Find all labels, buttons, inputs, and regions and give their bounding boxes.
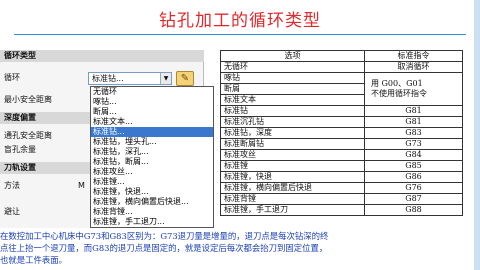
- option-cell: 标准文本: [220, 94, 365, 106]
- command-cell: G81: [364, 116, 463, 128]
- dropdown-item[interactable]: 断屑...: [91, 107, 213, 117]
- option-cell: 标准镗，横向偏置后快退: [220, 182, 365, 194]
- min-clearance-label: 最小安全距离: [4, 95, 52, 104]
- section-cycle-type[interactable]: 循环类型: [0, 50, 204, 62]
- command-cell: G84: [364, 149, 463, 161]
- dropdown-item[interactable]: 标准背镗...: [91, 207, 213, 217]
- dropdown-item[interactable]: 标准文本...: [91, 117, 213, 127]
- dropdown-item[interactable]: 啄钻...: [91, 97, 213, 107]
- dropdown-item[interactable]: 标准钻，埋头孔...: [91, 137, 213, 147]
- cycle-label: 循环: [4, 73, 20, 82]
- option-cell: 标准钻，深度: [220, 127, 365, 139]
- table-header-row: 选项 标准指令: [220, 50, 463, 62]
- option-cell: 标准攻丝: [220, 149, 365, 161]
- command-cell: G85: [364, 160, 463, 172]
- table-row: 标准攻丝 G84: [220, 149, 463, 161]
- option-cell: 标准断屑钻: [220, 138, 365, 150]
- edit-cycle-button[interactable]: ✎: [176, 71, 194, 86]
- column-header-command: 标准指令: [364, 50, 463, 62]
- command-cell: G76: [364, 182, 463, 194]
- command-line: 不使用循环指令: [371, 89, 427, 98]
- title-divider: [14, 34, 466, 35]
- option-cell: 标准镗，手工退刀: [220, 204, 365, 216]
- option-cell: 标准镗，快退: [220, 171, 365, 183]
- method-value[interactable]: M: [78, 180, 85, 192]
- command-cell: G88: [364, 204, 463, 216]
- cycle-select-value: 标准钻...: [92, 74, 124, 83]
- slide-edge-bar: [474, 0, 480, 270]
- table-row: 标准镗，手工退刀 G88: [220, 204, 463, 216]
- dropdown-item-selected[interactable]: 标准钻...: [91, 127, 213, 137]
- dropdown-item[interactable]: 无循环: [91, 87, 213, 97]
- avoid-label: 避让: [4, 207, 20, 216]
- option-cell: 啄钻: [220, 72, 365, 84]
- table-row: 标准断屑钻 G73: [220, 138, 463, 150]
- table-row: 标准钻 G81: [220, 105, 463, 117]
- command-cell: G73: [364, 138, 463, 150]
- table-row: 标准镗，横向偏置后快退 G76: [220, 182, 463, 194]
- description-line: 点往上抬一个退刀量，而G83的退刀点是固定的，就是设定后每次都会抬刀到固定位置，: [0, 243, 328, 253]
- dropdown-item[interactable]: 标准镗，快退...: [91, 187, 213, 197]
- table-row: 标准背镗 G87: [220, 193, 463, 205]
- dropdown-item[interactable]: 标准镗，手工退刀...: [91, 217, 213, 227]
- option-cell: 标准镗: [220, 160, 365, 172]
- table-row: 标准沉孔钻 G81: [220, 116, 463, 128]
- description-line: 在数控加工中心机床中G73和G83区别为：G73退刀量是增量的，退刀点是每次钻深…: [0, 231, 329, 241]
- command-line: 用 G00、G01: [371, 79, 423, 88]
- command-cell: G86: [364, 171, 463, 183]
- dropdown-item[interactable]: 标准镗...: [91, 177, 213, 187]
- dropdown-item[interactable]: 标准钻，深孔...: [91, 147, 213, 157]
- command-cell-merged: 用 G00、G01 不使用循环指令: [364, 72, 463, 106]
- cycle-type-dropdown[interactable]: 无循环 啄钻... 断屑... 标准文本... 标准钻... 标准钻，埋头孔..…: [90, 86, 214, 228]
- table-row: 无循环 取消循环: [220, 61, 463, 73]
- option-cell: 断屑: [220, 83, 365, 95]
- command-cell: G87: [364, 193, 463, 205]
- dropdown-item[interactable]: 标准钻，断屑...: [91, 157, 213, 167]
- command-cell: G83: [364, 127, 463, 139]
- dropdown-item[interactable]: 标准镗，横向偏置后快退...: [91, 197, 213, 207]
- option-cell: 标准沉孔钻: [220, 116, 365, 128]
- table-row: 标准镗 G85: [220, 160, 463, 172]
- method-label: 方法: [4, 181, 20, 190]
- option-cell: 标准钻: [220, 105, 365, 117]
- command-cell: 取消循环: [364, 61, 463, 73]
- description-text: 在数控加工中心机床中G73和G83区别为：G73退刀量是增量的，退刀点是每次钻深…: [0, 230, 395, 266]
- page-title: 钻孔加工的循环类型: [159, 11, 321, 31]
- blind-remainder-label: 盲孔余量: [4, 145, 36, 154]
- command-cell: G81: [364, 105, 463, 117]
- description-line: 也就是工件表面。: [0, 255, 67, 265]
- cycle-command-table: 选项 标准指令 无循环 取消循环 啄钻用 G00、G01 不使用循环指令 断屑 标准…: [220, 50, 463, 216]
- table-row: 啄钻用 G00、G01 不使用循环指令: [220, 72, 463, 106]
- cycle-type-select[interactable]: 标准钻... ▼: [88, 72, 172, 85]
- dropdown-item[interactable]: 标准攻丝...: [91, 167, 213, 177]
- table-row: 标准钻，深度 G83: [220, 127, 463, 139]
- column-header-option: 选项: [220, 50, 365, 62]
- option-cell: 标准背镗: [220, 193, 365, 205]
- table-row: 标准镗，快退 G86: [220, 171, 463, 183]
- through-clearance-label: 通孔安全距离: [4, 131, 52, 140]
- chevron-down-icon[interactable]: ▼: [160, 73, 171, 84]
- option-cell: 无循环: [220, 61, 365, 73]
